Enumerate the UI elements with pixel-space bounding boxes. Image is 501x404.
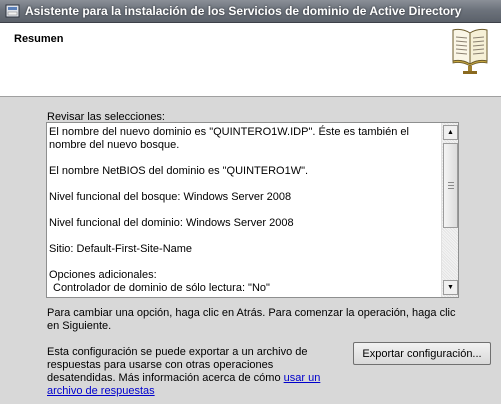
summary-line-additional-options: Opciones adicionales: — [49, 269, 157, 281]
change-instructions: Para cambiar una opción, haga clic en At… — [47, 307, 456, 332]
summary-line-domain-name: El nombre del nuevo dominio es "QUINTERO… — [49, 126, 409, 151]
export-instructions-text: Esta configuración se puede exportar a u… — [47, 346, 308, 384]
summary-line-forest-level: Nivel funcional del bosque: Windows Serv… — [49, 191, 292, 203]
grip-line — [448, 185, 454, 186]
export-instructions: Esta configuración se puede exportar a u… — [47, 346, 337, 398]
scroll-thumb[interactable] — [443, 143, 458, 228]
grip-line — [448, 182, 454, 183]
summary-scrollbar[interactable]: ▲ ▼ — [441, 123, 458, 297]
page-title: Resumen — [14, 33, 64, 45]
title-bar[interactable]: Asistente para la instalación de los Ser… — [0, 0, 501, 23]
summary-line-rodc: Controlador de dominio de sólo lectura: … — [53, 282, 270, 294]
summary-line-domain-level: Nivel funcional del dominio: Windows Ser… — [49, 217, 294, 229]
window-title: Asistente para la instalación de los Ser… — [25, 4, 462, 18]
grip-line — [448, 188, 454, 189]
summary-text: El nombre del nuevo dominio es "QUINTERO… — [49, 126, 439, 295]
window-app-icon — [5, 4, 20, 18]
export-settings-button[interactable]: Exportar configuración... — [353, 342, 491, 365]
scroll-up-arrow-icon[interactable]: ▲ — [443, 125, 458, 140]
scroll-down-arrow-icon[interactable]: ▼ — [443, 280, 458, 295]
wizard-content: Revisar las selecciones: El nombre del n… — [0, 97, 501, 404]
wizard-header: Resumen — [0, 23, 501, 97]
summary-line-site: Sitio: Default-First-Site-Name — [49, 243, 193, 255]
summary-line-netbios: El nombre NetBIOS del dominio es "QUINTE… — [49, 165, 309, 177]
summary-textbox[interactable]: El nombre del nuevo dominio es "QUINTERO… — [46, 122, 459, 298]
book-icon — [452, 28, 488, 74]
